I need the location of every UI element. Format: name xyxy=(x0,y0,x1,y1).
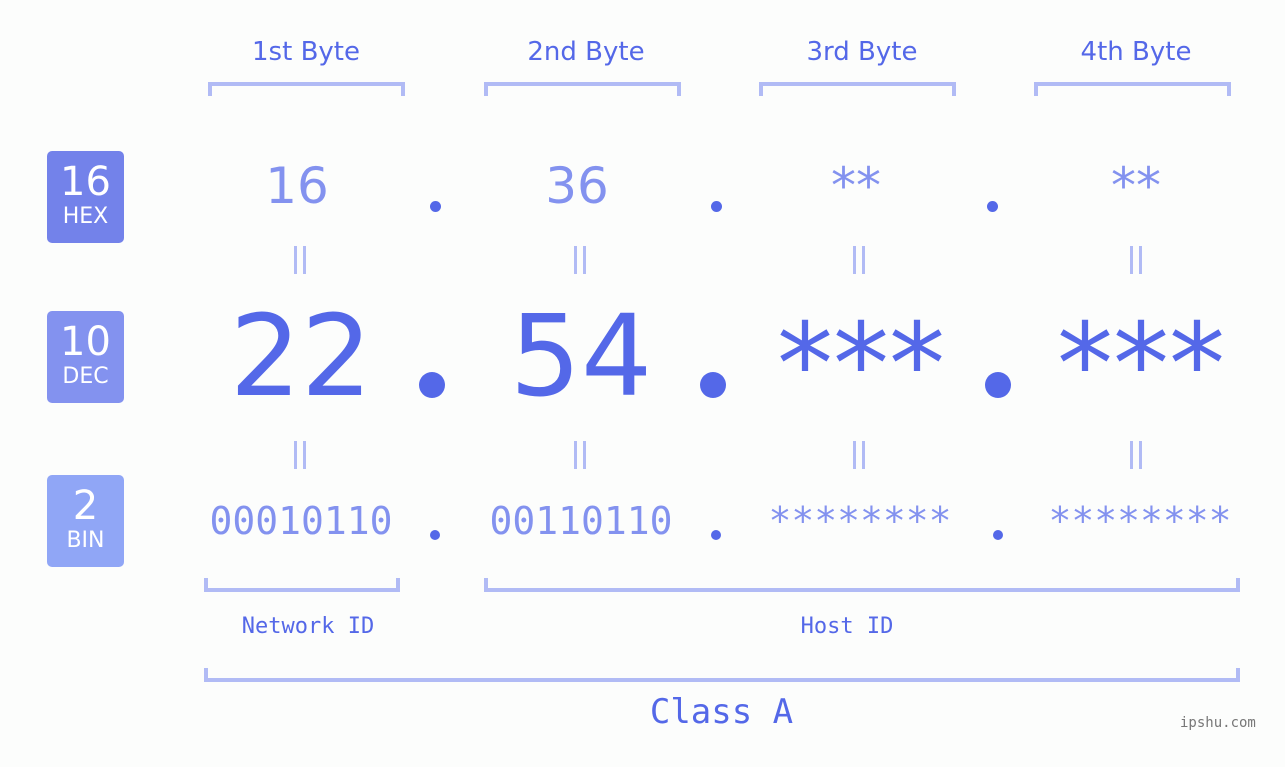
bin-value-3: ******** xyxy=(768,499,952,543)
hex-dot-1 xyxy=(430,201,441,212)
class-label: Class A xyxy=(649,692,794,732)
dec-value-1: 22 xyxy=(229,292,373,422)
byte-bracket-1 xyxy=(208,82,405,96)
network-id-label: Network ID xyxy=(241,614,375,639)
bin-dot-1 xyxy=(430,530,440,540)
hex-value-4: ** xyxy=(1111,157,1161,215)
host-id-bracket xyxy=(484,578,1240,592)
bin-badge-label: BIN xyxy=(66,528,105,553)
host-id-label: Host ID xyxy=(800,614,894,639)
class-bracket xyxy=(204,668,1240,682)
dec-value-2: 54 xyxy=(509,292,653,422)
equals-icon xyxy=(1128,441,1144,469)
hex-dot-3 xyxy=(987,201,998,212)
dec-badge-number: 10 xyxy=(60,319,111,365)
dec-dot-3 xyxy=(985,372,1011,398)
bin-dot-2 xyxy=(711,530,721,540)
dec-value-3: *** xyxy=(777,300,945,430)
bin-value-4: ******** xyxy=(1048,499,1232,543)
equals-icon xyxy=(851,246,867,274)
equals-icon xyxy=(572,441,588,469)
dec-value-4: *** xyxy=(1057,300,1225,430)
dec-dot-2 xyxy=(700,372,726,398)
byte-bracket-4 xyxy=(1034,82,1231,96)
network-id-bracket xyxy=(204,578,400,592)
equals-icon xyxy=(1128,246,1144,274)
bin-value-1: 00010110 xyxy=(209,499,393,543)
dec-badge-label: DEC xyxy=(62,364,109,389)
bin-dot-3 xyxy=(993,530,1003,540)
hex-value-3: ** xyxy=(831,157,881,215)
byte-header-3: 3rd Byte xyxy=(806,37,918,67)
equals-icon xyxy=(572,246,588,274)
hex-badge-label: HEX xyxy=(62,204,109,229)
hex-badge: 16 HEX xyxy=(47,151,124,243)
hex-value-2: 36 xyxy=(545,157,609,215)
dec-badge: 10 DEC xyxy=(47,311,124,403)
byte-bracket-2 xyxy=(484,82,681,96)
byte-header-4: 4th Byte xyxy=(1080,37,1192,67)
equals-icon xyxy=(292,441,308,469)
hex-dot-2 xyxy=(711,201,722,212)
hex-value-1: 16 xyxy=(265,157,329,215)
bin-badge-number: 2 xyxy=(72,483,99,529)
hex-badge-number: 16 xyxy=(60,159,111,205)
equals-icon xyxy=(851,441,867,469)
byte-header-1: 1st Byte xyxy=(252,37,360,67)
byte-bracket-3 xyxy=(759,82,956,96)
watermark: ipshu.com xyxy=(1180,715,1256,731)
bin-badge: 2 BIN xyxy=(47,475,124,567)
bin-value-2: 00110110 xyxy=(489,499,673,543)
byte-header-2: 2nd Byte xyxy=(527,37,645,67)
dec-dot-1 xyxy=(419,372,445,398)
equals-icon xyxy=(292,246,308,274)
